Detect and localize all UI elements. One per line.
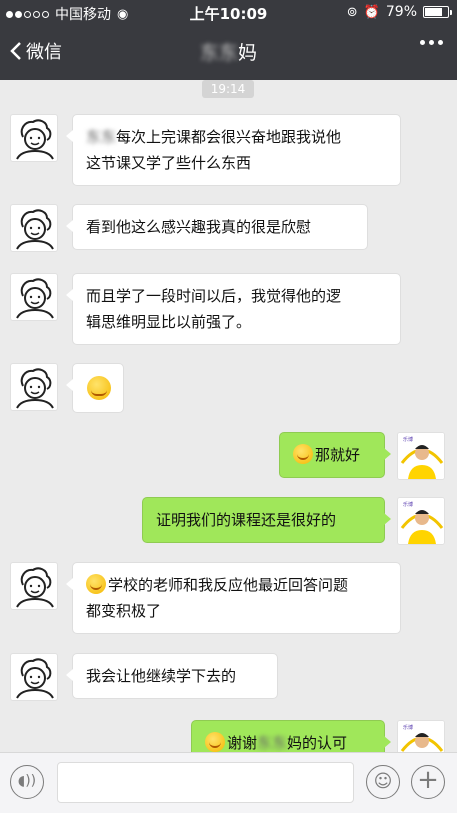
svg-text:乐博: 乐博 [403,724,413,731]
status-bar: 中国移动 ◉ 上午10:09 ⊚ ⏰ 79% [0,0,457,24]
message-text: 学校的老师和我反应他最近回答问题 [108,576,349,594]
battery-percent: 79% [385,4,417,20]
contact-avatar[interactable] [10,363,58,411]
my-avatar[interactable]: 乐博 [397,432,445,480]
message-text: 那就好 [315,446,361,464]
smile-emoji-icon [87,376,111,400]
message-text: 看到他这么感兴趣我真的很是欣慰 [86,218,312,236]
message-text: 谢谢 [227,734,258,752]
thinking-emoji-icon [86,574,106,594]
message-text: 妈的认可 [287,734,348,752]
lock-rotation-icon: ⊚ [346,4,358,20]
message-text: 每次上完课都会很兴奋地跟我说他 [116,128,342,146]
top-bar: 中国移动 ◉ 上午10:09 ⊚ ⏰ 79% 微信 东东妈 [0,0,457,80]
my-avatar[interactable]: 乐博 [397,720,445,752]
message-bubble-incoming[interactable]: 学校的老师和我反应他最近回答问题都变积极了 [66,562,401,634]
chat-title: 东东妈 [0,38,457,65]
my-avatar[interactable]: 乐博 [397,497,445,545]
emoji-icon[interactable]: ☺ [366,765,400,799]
more-icon[interactable] [420,40,443,45]
message-bubble-incoming[interactable]: 而且学了一段时间以后，我觉得他的逻 辑思维明显比以前强了。 [66,273,401,345]
message-text: 证明我们的课程还是很好的 [156,511,337,529]
grin-emoji-icon [293,444,313,464]
title-blurred-name: 东东 [199,42,238,64]
message-bubble-incoming[interactable] [66,363,124,413]
nav-bar: 微信 东东妈 [0,24,457,80]
input-bar: ◖)) ☺ + [0,752,457,813]
message-bubble-outgoing[interactable]: 那就好 [279,432,391,478]
message-bubble-outgoing[interactable]: 谢谢东东妈的认可 [191,720,391,752]
blurred-name: 东东 [86,128,117,146]
contact-avatar[interactable] [10,562,58,610]
message-bubble-incoming[interactable]: 东东每次上完课都会很兴奋地跟我说他这节课又学了些什么东西 [66,114,401,186]
status-right: ⊚ ⏰ 79% [346,4,452,20]
message-bubble-outgoing[interactable]: 证明我们的课程还是很好的 [142,497,391,543]
plus-icon[interactable]: + [411,765,445,799]
message-text: 我会让他继续学下去的 [86,667,237,685]
alarm-icon: ⏰ [363,4,380,20]
message-text: 辑思维明显比以前强了。 [86,313,252,331]
message-text: 而且学了一段时间以后，我觉得他的逻 [86,287,342,305]
battery-icon [423,6,452,18]
message-bubble-incoming[interactable]: 看到他这么感兴趣我真的很是欣慰 [66,204,368,250]
message-text: 这节课又学了些什么东西 [86,154,252,172]
contact-avatar[interactable] [10,273,58,321]
laugh-emoji-icon [205,732,225,752]
message-bubble-incoming[interactable]: 我会让他继续学下去的 [66,653,278,699]
message-timestamp: 19:14 [202,80,254,98]
contact-avatar[interactable] [10,653,58,701]
title-suffix: 妈 [238,42,258,64]
message-input[interactable] [57,762,354,803]
svg-text:乐博: 乐博 [403,436,413,443]
chat-area[interactable]: 19:14 东东每次上完课都会很兴奋地跟我说他 这节课又学了些什么东西 看到他这么… [0,80,457,752]
message-text: 都变积极了 [86,602,162,620]
contact-avatar[interactable] [10,204,58,252]
voice-icon[interactable]: ◖)) [10,765,44,799]
contact-avatar[interactable] [10,114,58,162]
blurred-name: 东东 [257,734,288,752]
svg-text:乐博: 乐博 [403,501,413,508]
